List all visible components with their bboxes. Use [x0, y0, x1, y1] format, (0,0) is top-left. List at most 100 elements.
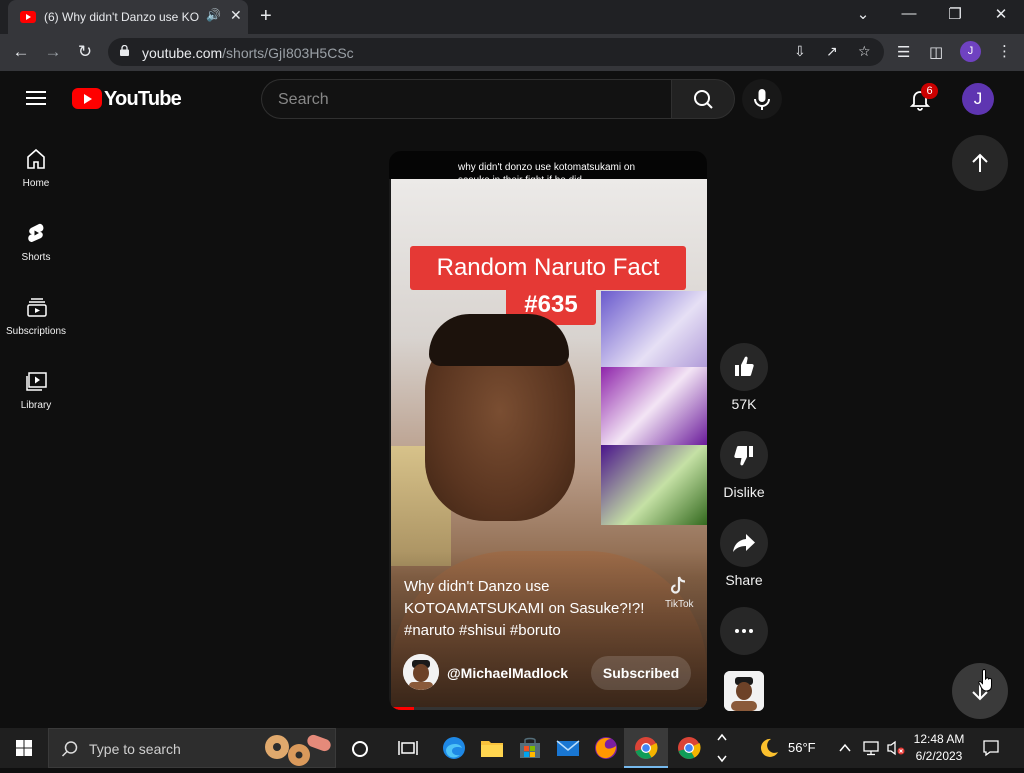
channel-name[interactable]: @MichaelMadlock — [447, 665, 568, 681]
microphone-icon — [754, 89, 770, 110]
anime-image-tile — [601, 291, 707, 367]
youtube-favicon-icon — [20, 11, 36, 23]
sidebar-item-shorts[interactable]: Shorts — [0, 222, 72, 296]
tiktok-logo-icon — [671, 576, 686, 594]
new-tab-button[interactable]: + — [260, 5, 272, 28]
share-page-icon[interactable]: ↗ — [826, 43, 838, 60]
volume-muted-icon[interactable] — [886, 740, 906, 756]
anime-image-tile — [601, 445, 707, 525]
chrome-icon[interactable] — [630, 732, 662, 764]
anime-image-tile — [601, 367, 707, 445]
library-icon — [26, 372, 47, 391]
like-button[interactable] — [720, 343, 768, 391]
file-explorer-icon[interactable] — [476, 732, 508, 764]
minimize-button[interactable]: — — [886, 5, 932, 22]
more-horizontal-icon — [735, 629, 753, 633]
task-view-icon[interactable] — [397, 738, 419, 758]
edge-browser-icon[interactable] — [438, 732, 470, 764]
browser-profile-avatar[interactable]: J — [960, 41, 981, 62]
sidebar-item-library[interactable]: Library — [0, 370, 72, 444]
share-label: Share — [725, 572, 763, 588]
install-app-icon[interactable]: ⇩ — [794, 43, 806, 60]
media-controls-icon[interactable]: ☰ — [897, 43, 910, 61]
windows-taskbar: Type to search 56°F 12:48 AM 6/2/2023 — [0, 728, 1024, 768]
video-title[interactable]: Why didn't Danzo use KOTOAMATSUKAMI on S… — [404, 576, 664, 642]
sound-avatar-icon — [724, 671, 764, 711]
like-count: 57K — [731, 396, 757, 412]
back-button[interactable]: ← — [10, 42, 32, 62]
tab-close-icon[interactable]: ✕ — [230, 7, 242, 24]
search-icon — [694, 90, 713, 109]
search-button[interactable] — [671, 79, 735, 119]
home-icon — [27, 148, 45, 169]
network-icon[interactable] — [862, 740, 880, 756]
restore-button[interactable]: ❐ — [932, 5, 978, 23]
microsoft-store-icon[interactable] — [514, 732, 546, 764]
chrome-icon[interactable] — [673, 732, 705, 764]
youtube-header: YouTube 6 J — [0, 71, 1024, 127]
weather-temperature[interactable]: 56°F — [788, 740, 816, 755]
more-options-button[interactable] — [720, 607, 768, 655]
start-button[interactable] — [0, 728, 48, 768]
dislike-button[interactable] — [720, 431, 768, 479]
sidebar-item-label: Home — [22, 178, 50, 189]
tab-search-chevron-icon[interactable]: ⌄ — [840, 5, 886, 23]
taskbar-search-box[interactable]: Type to search — [48, 728, 336, 768]
firefox-icon[interactable] — [590, 732, 622, 764]
account-avatar[interactable]: J — [962, 83, 994, 115]
shorts-icon — [28, 223, 44, 242]
mail-icon[interactable] — [552, 732, 584, 764]
thumbs-down-icon — [734, 446, 753, 466]
notification-badge: 6 — [921, 83, 938, 99]
shorts-video-player[interactable]: why didn't donzo use kotomatsukami on sa… — [389, 151, 707, 710]
sidebar-item-label: Library — [20, 400, 52, 411]
subscribed-button[interactable]: Subscribed — [591, 656, 691, 690]
sidebar-item-label: Shorts — [21, 252, 51, 263]
youtube-logo-icon[interactable] — [72, 88, 102, 109]
hand-cursor-icon — [978, 668, 992, 692]
search-input[interactable] — [278, 89, 658, 111]
clock-date[interactable]: 6/2/2023 — [910, 749, 968, 763]
taskbar-search-text: Type to search — [89, 741, 181, 757]
presenter-hair — [429, 314, 569, 366]
side-panel-icon[interactable]: ◫ — [929, 43, 943, 61]
notification-center-icon[interactable] — [982, 739, 1000, 757]
taskbar-overflow-arrows-icon[interactable] — [715, 730, 729, 766]
address-bar[interactable]: youtube.com/shorts/GjI803H5CSc ⇩ ↗ ☆ — [108, 38, 884, 66]
chevron-up-icon[interactable] — [838, 741, 852, 755]
moon-weather-icon[interactable] — [756, 737, 780, 759]
sidebar-item-home[interactable]: Home — [0, 148, 72, 222]
video-progress-bar[interactable] — [389, 707, 707, 710]
donut-doodle-icon — [265, 734, 331, 766]
hamburger-menu-icon[interactable] — [26, 91, 46, 105]
sidebar-item-label: Subscriptions — [5, 326, 67, 337]
clock-time[interactable]: 12:48 AM — [910, 732, 968, 746]
previous-short-button[interactable] — [952, 135, 1008, 191]
subscriptions-icon — [27, 298, 47, 317]
voice-search-button[interactable] — [742, 79, 782, 119]
browser-tab-strip: (6) Why didn't Danzo use KO 🔊 ✕ + ⌄ — ❐ … — [0, 0, 1024, 34]
browser-toolbar: ← → ↻ youtube.com/shorts/GjI803H5CSc ⇩ ↗… — [0, 34, 1024, 71]
sound-source-thumbnail[interactable] — [724, 671, 764, 711]
browser-tab[interactable]: (6) Why didn't Danzo use KO 🔊 ✕ — [8, 0, 248, 34]
thumbs-up-icon — [735, 356, 754, 376]
dislike-label: Dislike — [723, 484, 765, 500]
reload-button[interactable]: ↻ — [74, 42, 96, 62]
fact-title-text: Random Naruto Fact — [436, 254, 660, 281]
speaker-icon[interactable]: 🔊 — [206, 8, 221, 22]
sidebar-item-subscriptions[interactable]: Subscriptions — [0, 296, 72, 370]
channel-avatar[interactable] — [403, 654, 439, 690]
share-arrow-icon — [733, 534, 755, 552]
browser-menu-icon[interactable]: ⋮ — [997, 42, 1012, 60]
windows-logo-icon — [16, 740, 32, 756]
arrow-up-icon — [972, 153, 988, 172]
tiktok-watermark-text: TikTok — [665, 599, 694, 610]
bookmark-star-icon[interactable]: ☆ — [858, 43, 871, 60]
share-button[interactable] — [720, 519, 768, 567]
search-icon — [61, 741, 78, 757]
tiktok-watermark: TikTok — [665, 576, 694, 610]
cortana-icon[interactable] — [350, 739, 370, 759]
forward-button[interactable]: → — [42, 42, 64, 62]
youtube-logo-text[interactable]: YouTube — [104, 88, 182, 111]
close-window-button[interactable]: ✕ — [978, 5, 1024, 23]
